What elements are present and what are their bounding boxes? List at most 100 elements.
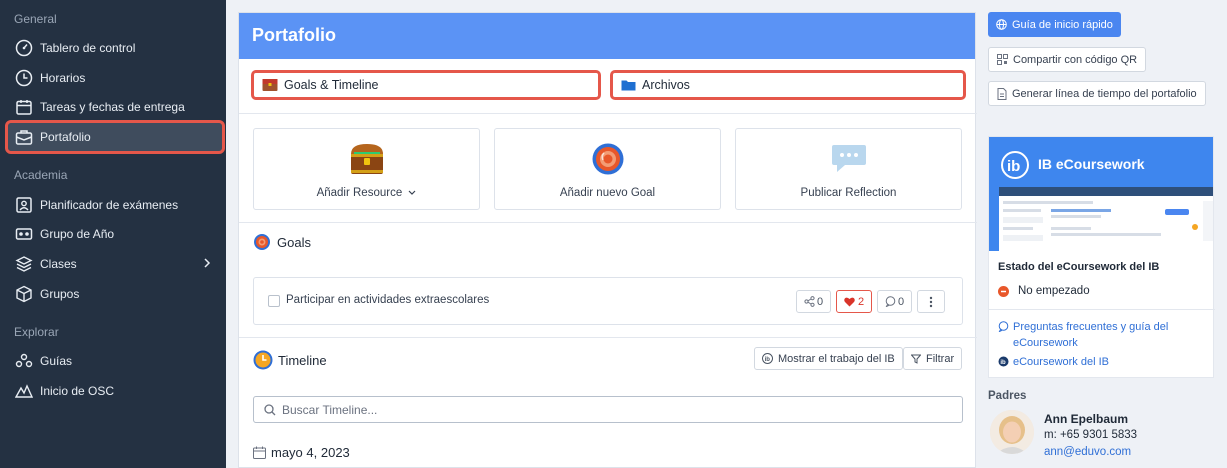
sidebar-item-grupo-ano[interactable]: Grupo de Año bbox=[8, 220, 222, 248]
quick-start-guide-button[interactable]: Guía de inicio rápido bbox=[988, 12, 1121, 37]
like-count: 2 bbox=[857, 295, 865, 308]
tab-goals-timeline[interactable]: Goals & Timeline bbox=[251, 70, 601, 100]
ib-faq-link-text: Preguntas frecuentes y guía del eCoursew… bbox=[1013, 321, 1169, 349]
generate-timeline-label: Generar línea de tiempo del portafolio bbox=[1012, 87, 1197, 100]
ib-ecoursework-card: ib IB eCoursework Estado del eCoursework… bbox=[988, 136, 1215, 378]
publish-reflection-button[interactable]: Publicar Reflection bbox=[735, 128, 962, 210]
share-count-button[interactable]: 0 bbox=[796, 290, 831, 313]
goal-target-icon bbox=[253, 233, 271, 251]
ib-faq-link[interactable]: Preguntas frecuentes y guía del eCoursew… bbox=[998, 319, 1208, 351]
divider bbox=[989, 309, 1215, 310]
ib-ecoursework-link[interactable]: ib eCoursework del IB bbox=[998, 354, 1109, 370]
comment-button[interactable]: 0 bbox=[877, 290, 912, 313]
timeline-clock-icon bbox=[253, 350, 273, 370]
ib-logo-icon: ib bbox=[762, 353, 773, 364]
osc-icon bbox=[14, 381, 34, 401]
parent-email-link[interactable]: ann@eduvo.com bbox=[1044, 446, 1131, 458]
sidebar-item-label: Portafolio bbox=[40, 130, 91, 144]
sidebar-item-label: Guías bbox=[40, 354, 73, 368]
generate-timeline-button[interactable]: Generar línea de tiempo del portafolio bbox=[988, 81, 1206, 106]
chevron-right-icon bbox=[202, 257, 212, 272]
show-ib-work-button[interactable]: ib Mostrar el trabajo del IB bbox=[754, 347, 903, 370]
status-not-started-icon bbox=[998, 285, 1009, 297]
share-qr-button[interactable]: Compartir con código QR bbox=[988, 47, 1147, 72]
divider bbox=[239, 337, 977, 338]
sidebar-item-osc[interactable]: Inicio de OSC bbox=[8, 377, 222, 405]
timeline-search-input[interactable] bbox=[282, 402, 942, 417]
sidebar-section-general: General bbox=[14, 12, 57, 26]
treasure-chest-icon bbox=[262, 78, 278, 92]
add-resource-button[interactable]: Añadir Resource bbox=[253, 128, 480, 210]
sidebar-item-tablero[interactable]: Tablero de control bbox=[8, 34, 222, 62]
chevron-down-icon bbox=[408, 187, 416, 199]
sidebar-item-planificador[interactable]: Planificador de exámenes bbox=[8, 191, 222, 219]
timeline-date-heading: mayo 4, 2023 bbox=[253, 445, 350, 460]
ib-status: No empezado bbox=[998, 285, 1090, 297]
filter-button[interactable]: Filtrar bbox=[903, 347, 963, 370]
speech-bubble-icon bbox=[831, 141, 867, 177]
sidebar-section-explorar: Explorar bbox=[14, 325, 59, 339]
goals-section-title: Goals bbox=[253, 233, 311, 251]
add-resource-label: Añadir Resource bbox=[316, 187, 403, 199]
sidebar-item-label: Grupos bbox=[40, 287, 80, 301]
parent-name: Ann Epelbaum bbox=[1044, 412, 1129, 426]
sidebar-item-label: Clases bbox=[40, 257, 77, 271]
share-count: 0 bbox=[816, 295, 824, 308]
svg-text:ib: ib bbox=[765, 357, 771, 363]
search-icon bbox=[264, 403, 276, 416]
sidebar-item-clases[interactable]: Clases bbox=[8, 250, 222, 278]
share-qr-label: Compartir con código QR bbox=[1013, 53, 1138, 66]
clock-icon bbox=[14, 68, 34, 88]
sidebar-item-guias[interactable]: Guías bbox=[8, 347, 222, 375]
tab-label: Archivos bbox=[642, 78, 690, 92]
goals-title-text: Goals bbox=[277, 234, 311, 250]
ib-preview-image bbox=[999, 187, 1213, 251]
sidebar-item-label: Tareas y fechas de entrega bbox=[40, 100, 185, 114]
timeline-date: mayo 4, 2023 bbox=[271, 445, 350, 460]
document-icon bbox=[997, 87, 1007, 100]
timeline-title-text: Timeline bbox=[278, 352, 327, 368]
sidebar-item-horarios[interactable]: Horarios bbox=[8, 64, 222, 92]
dashboard-icon bbox=[14, 38, 34, 58]
more-options-button[interactable] bbox=[917, 290, 945, 313]
timeline-search-box[interactable] bbox=[253, 396, 963, 423]
page-title: Portafolio bbox=[239, 13, 975, 59]
ib-card-banner: ib IB eCoursework bbox=[989, 137, 1213, 251]
folder-icon bbox=[621, 79, 636, 91]
classes-icon bbox=[14, 254, 34, 274]
ib-ecoursework-link-text: eCoursework del IB bbox=[1013, 356, 1109, 368]
sidebar: General Tablero de control Horarios Tare… bbox=[0, 0, 226, 468]
add-goal-button[interactable]: Añadir nuevo Goal bbox=[494, 128, 721, 210]
avatar bbox=[990, 410, 1034, 454]
goal-checkbox[interactable] bbox=[268, 295, 280, 307]
sidebar-item-label: Inicio de OSC bbox=[40, 384, 115, 398]
add-resource-label-row: Añadir Resource bbox=[317, 187, 417, 199]
quick-start-label: Guía de inicio rápido bbox=[1012, 18, 1113, 31]
sidebar-item-label: Grupo de Año bbox=[40, 227, 115, 241]
show-ib-work-label: Mostrar el trabajo del IB bbox=[778, 352, 895, 365]
sidebar-item-label: Planificador de exámenes bbox=[40, 198, 179, 212]
divider bbox=[239, 222, 977, 223]
qr-code-icon bbox=[997, 54, 1008, 65]
tab-archivos[interactable]: Archivos bbox=[610, 70, 966, 100]
portfolio-panel: Portafolio Goals & Timeline Archivos Aña… bbox=[238, 12, 977, 468]
ib-status-text: No empezado bbox=[1018, 285, 1090, 297]
sidebar-section-academia: Academia bbox=[14, 168, 68, 182]
filter-label: Filtrar bbox=[926, 352, 955, 365]
goal-text: Participar en actividades extraescolares bbox=[286, 294, 490, 306]
sidebar-item-grupos[interactable]: Grupos bbox=[8, 280, 222, 308]
goal-item[interactable]: Participar en actividades extraescolares… bbox=[253, 277, 963, 325]
sidebar-item-label: Horarios bbox=[40, 71, 86, 85]
sidebar-item-portafolio[interactable]: Portafolio bbox=[5, 120, 225, 154]
goal-target-icon bbox=[591, 141, 625, 177]
filter-icon bbox=[911, 354, 921, 364]
chat-icon bbox=[998, 321, 1009, 332]
kebab-menu-icon bbox=[929, 296, 933, 308]
sidebar-item-label: Tablero de control bbox=[40, 41, 136, 55]
sidebar-item-tareas[interactable]: Tareas y fechas de entrega bbox=[8, 93, 222, 121]
divider bbox=[239, 113, 977, 114]
like-button[interactable]: 2 bbox=[836, 290, 872, 313]
year-group-icon bbox=[14, 224, 34, 244]
calendar-icon bbox=[253, 446, 266, 459]
comment-count: 0 bbox=[897, 295, 905, 308]
